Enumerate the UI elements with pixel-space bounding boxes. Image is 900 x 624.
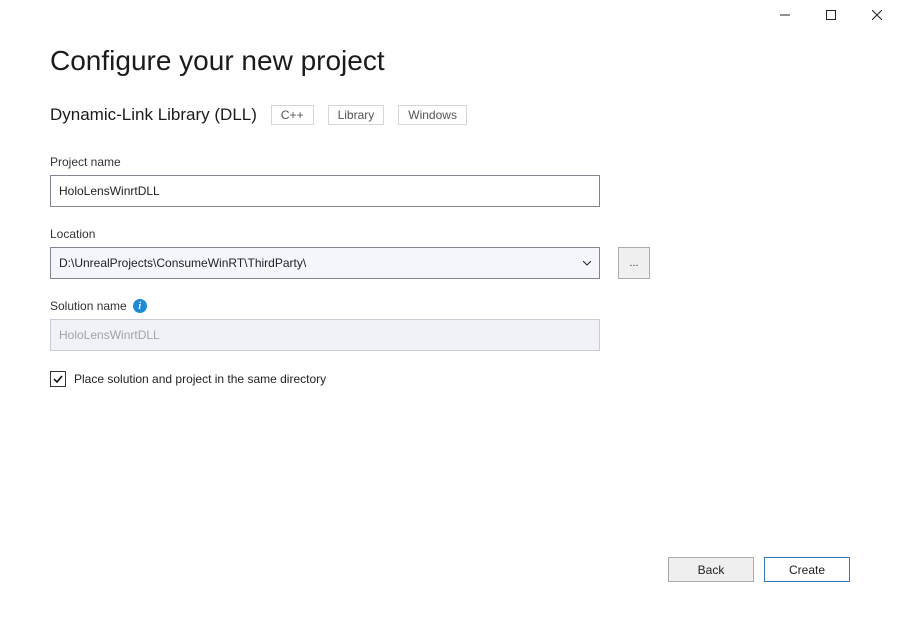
browse-button[interactable]: ... xyxy=(618,247,650,279)
same-directory-checkbox[interactable] xyxy=(50,371,66,387)
back-button[interactable]: Back xyxy=(668,557,754,582)
location-label: Location xyxy=(50,227,850,241)
chevron-down-icon xyxy=(579,261,595,266)
template-name: Dynamic-Link Library (DLL) xyxy=(50,105,257,125)
location-combobox[interactable]: D:\UnrealProjects\ConsumeWinRT\ThirdPart… xyxy=(50,247,600,279)
project-name-input[interactable] xyxy=(50,175,600,207)
page-title: Configure your new project xyxy=(50,45,850,77)
create-button[interactable]: Create xyxy=(764,557,850,582)
template-tag: C++ xyxy=(271,105,314,125)
maximize-button[interactable] xyxy=(808,0,854,30)
template-tag: Windows xyxy=(398,105,467,125)
template-header: Dynamic-Link Library (DLL) C++ Library W… xyxy=(50,105,850,125)
project-name-label: Project name xyxy=(50,155,850,169)
solution-name-label: Solution name xyxy=(50,299,127,313)
info-icon[interactable]: i xyxy=(133,299,147,313)
minimize-button[interactable] xyxy=(762,0,808,30)
location-value: D:\UnrealProjects\ConsumeWinRT\ThirdPart… xyxy=(59,256,306,270)
close-button[interactable] xyxy=(854,0,900,30)
solution-name-input: HoloLensWinrtDLL xyxy=(50,319,600,351)
template-tag: Library xyxy=(328,105,385,125)
same-directory-label: Place solution and project in the same d… xyxy=(74,372,326,386)
